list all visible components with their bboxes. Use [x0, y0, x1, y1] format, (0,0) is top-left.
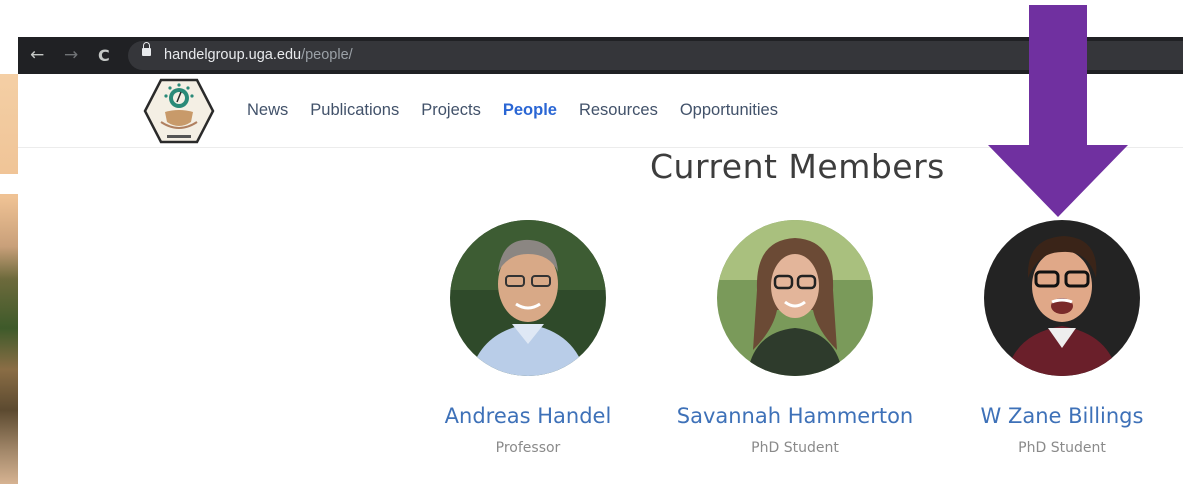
nav-item-people[interactable]: People — [503, 101, 557, 120]
main-nav: News Publications Projects People Resour… — [247, 74, 800, 147]
background-photo-edge — [0, 74, 18, 484]
forward-arrow-icon[interactable]: → — [64, 37, 78, 74]
member-name[interactable]: Savannah Hammerton — [665, 403, 925, 429]
reload-icon[interactable]: C — [98, 37, 110, 74]
member-card: Savannah Hammerton PhD Student — [665, 220, 925, 456]
back-arrow-icon[interactable]: ← — [30, 37, 44, 74]
member-photo[interactable] — [984, 220, 1140, 376]
nav-item-opportunities[interactable]: Opportunities — [680, 101, 778, 120]
member-name[interactable]: W Zane Billings — [932, 403, 1183, 429]
member-card: W Zane Billings PhD Student — [932, 220, 1183, 456]
nav-item-publications[interactable]: Publications — [310, 101, 399, 120]
lock-icon — [142, 42, 151, 56]
member-role: PhD Student — [751, 440, 839, 456]
member-card: Andreas Handel Professor — [398, 220, 658, 456]
member-role: Professor — [495, 440, 561, 456]
site-logo[interactable] — [143, 78, 215, 144]
arrow-shape — [988, 5, 1128, 217]
nav-item-news[interactable]: News — [247, 101, 288, 120]
member-photo[interactable] — [450, 220, 606, 376]
down-arrow-icon — [988, 5, 1128, 217]
nav-item-projects[interactable]: Projects — [421, 101, 481, 120]
page-title: Current Members — [650, 147, 945, 186]
member-name[interactable]: Andreas Handel — [398, 403, 658, 429]
member-role: PhD Student — [1018, 440, 1106, 456]
url-text[interactable]: handelgroup.uga.edu/people/ — [164, 41, 353, 70]
nav-item-resources[interactable]: Resources — [579, 101, 658, 120]
member-photo[interactable] — [717, 220, 873, 376]
